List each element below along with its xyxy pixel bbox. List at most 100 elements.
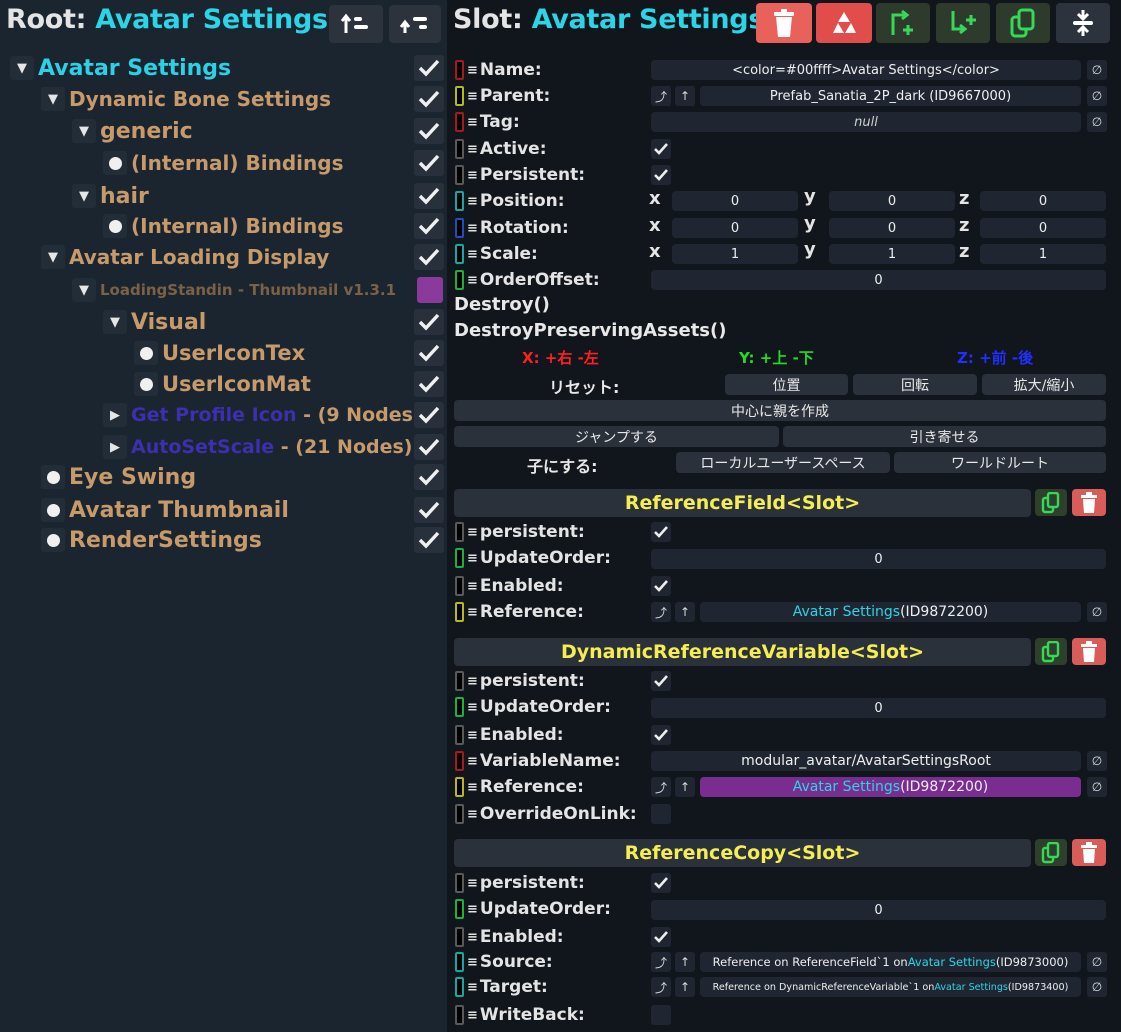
rotation-z-field[interactable]: 0 bbox=[980, 218, 1106, 238]
menu-icon[interactable]: ≡ bbox=[467, 273, 478, 288]
menu-icon[interactable]: ≡ bbox=[467, 1008, 478, 1023]
collapsed-triangle-icon[interactable]: ▶ bbox=[103, 403, 127, 427]
expand-triangle-icon[interactable]: ▼ bbox=[103, 310, 127, 334]
tree-node[interactable]: (Internal) Bindings bbox=[103, 148, 343, 178]
tree-node[interactable]: ▼ LoadingStandin - Thumbnail v1.3.1 bbox=[72, 275, 396, 305]
rc-source-jump-button[interactable]: ⤴ bbox=[651, 952, 671, 972]
component-header-referencefield[interactable]: ReferenceField<Slot> bbox=[454, 489, 1031, 517]
component-header-referencecopy[interactable]: ReferenceCopy<Slot> bbox=[454, 839, 1031, 867]
rc-target-jump-button[interactable]: ⤴ bbox=[651, 977, 671, 997]
tree-node[interactable]: ▶ AutoSetScale - (21 Nodes) bbox=[103, 432, 412, 462]
rc-source-field[interactable]: Reference on ReferenceField`1 on Avatar … bbox=[700, 952, 1081, 972]
persistent-checkbox[interactable] bbox=[651, 165, 671, 185]
menu-icon[interactable]: ≡ bbox=[467, 63, 478, 78]
rc-target-field[interactable]: Reference on DynamicReferenceVariable`1 … bbox=[700, 977, 1081, 997]
rc-updateorder-field[interactable]: 0 bbox=[651, 900, 1106, 920]
active-toggle[interactable] bbox=[414, 527, 444, 553]
drv-enabled-checkbox[interactable] bbox=[651, 725, 671, 745]
menu-icon[interactable]: ≡ bbox=[467, 194, 478, 209]
collapse-slot-button[interactable] bbox=[1056, 3, 1110, 43]
active-toggle[interactable] bbox=[414, 86, 444, 112]
duplicate-component-button[interactable] bbox=[1035, 839, 1067, 866]
active-toggle[interactable] bbox=[414, 434, 444, 460]
jump-to-button[interactable]: ジャンプする bbox=[454, 426, 779, 447]
active-toggle[interactable] bbox=[414, 309, 444, 335]
tree-node[interactable]: ▼ Avatar Settings bbox=[10, 53, 231, 83]
create-parent-button[interactable]: 中心に親を作成 bbox=[454, 400, 1106, 421]
tree-node[interactable]: RenderSettings bbox=[41, 525, 262, 555]
drv-updateorder-field[interactable]: 0 bbox=[651, 698, 1106, 718]
drv-reference-jump-button[interactable]: ⤴ bbox=[651, 777, 671, 797]
add-child-button[interactable] bbox=[936, 3, 990, 43]
delete-component-button[interactable] bbox=[1072, 638, 1106, 665]
orderoffset-field[interactable]: 0 bbox=[651, 270, 1106, 290]
rc-source-clear-button[interactable]: ∅ bbox=[1087, 952, 1107, 972]
scale-x-field[interactable]: 1 bbox=[672, 244, 798, 264]
active-toggle[interactable] bbox=[414, 213, 444, 239]
duplicate-slot-button[interactable] bbox=[996, 3, 1050, 43]
tree-node[interactable]: ▼ Avatar Loading Display bbox=[41, 242, 329, 272]
menu-icon[interactable]: ≡ bbox=[467, 930, 478, 945]
active-toggle[interactable] bbox=[414, 371, 444, 397]
clear-parent-button[interactable]: ∅ bbox=[1087, 86, 1107, 106]
rf-reference-up-button[interactable]: ↑ bbox=[675, 602, 695, 622]
clear-name-button[interactable]: ∅ bbox=[1087, 60, 1107, 80]
drv-reference-field[interactable]: Avatar Settings (ID9872200) bbox=[700, 777, 1081, 797]
component-header-dynamicreferencevariable[interactable]: DynamicReferenceVariable<Slot> bbox=[454, 638, 1031, 666]
drv-variablename-clear-button[interactable]: ∅ bbox=[1087, 751, 1107, 771]
menu-icon[interactable]: ≡ bbox=[467, 674, 478, 689]
tree-node[interactable]: ▼ generic bbox=[72, 116, 193, 146]
rotation-y-field[interactable]: 0 bbox=[829, 218, 955, 238]
slot-parent-field[interactable]: Prefab_Sanatia_2P_dark (ID9667000) bbox=[700, 86, 1081, 106]
position-y-field[interactable]: 0 bbox=[829, 191, 955, 211]
parent-jump-button[interactable]: ⤴ bbox=[651, 86, 671, 106]
tree-node[interactable]: Avatar Thumbnail bbox=[41, 495, 289, 525]
disabled-toggle[interactable] bbox=[417, 277, 443, 303]
tree-node[interactable]: UserIconMat bbox=[134, 369, 311, 399]
tree-node[interactable]: ▼ hair bbox=[72, 181, 149, 211]
menu-icon[interactable]: ≡ bbox=[467, 728, 478, 743]
reset-position-button[interactable]: 位置 bbox=[725, 374, 848, 395]
destroy-button[interactable]: Destroy() bbox=[454, 294, 550, 315]
menu-icon[interactable]: ≡ bbox=[467, 247, 478, 262]
expand-triangle-icon[interactable]: ▼ bbox=[72, 278, 96, 302]
parent-up-button[interactable]: ↑ bbox=[675, 86, 695, 106]
expand-triangle-icon[interactable]: ▼ bbox=[41, 245, 65, 269]
destroy-preserving-button[interactable]: DestroyPreservingAssets() bbox=[454, 320, 726, 341]
rf-reference-field[interactable]: Avatar Settings (ID9872200) bbox=[700, 602, 1081, 622]
menu-icon[interactable]: ≡ bbox=[467, 955, 478, 970]
tree-node[interactable]: UserIconTex bbox=[134, 338, 305, 368]
insert-parent-button[interactable] bbox=[876, 3, 930, 43]
clear-tag-button[interactable]: ∅ bbox=[1087, 112, 1107, 132]
tree-node[interactable]: Eye Swing bbox=[41, 462, 196, 492]
active-toggle[interactable] bbox=[414, 402, 444, 428]
reset-scale-button[interactable]: 拡大/縮小 bbox=[982, 374, 1106, 395]
menu-icon[interactable]: ≡ bbox=[467, 115, 478, 130]
sort-up-button[interactable] bbox=[329, 5, 383, 43]
menu-icon[interactable]: ≡ bbox=[467, 605, 478, 620]
menu-icon[interactable]: ≡ bbox=[467, 89, 478, 104]
menu-icon[interactable]: ≡ bbox=[467, 525, 478, 540]
menu-icon[interactable]: ≡ bbox=[467, 142, 478, 157]
rf-persistent-checkbox[interactable] bbox=[651, 522, 671, 542]
menu-icon[interactable]: ≡ bbox=[467, 579, 478, 594]
rf-reference-jump-button[interactable]: ⤴ bbox=[651, 602, 671, 622]
duplicate-component-button[interactable] bbox=[1035, 638, 1067, 665]
bring-to-button[interactable]: 引き寄せる bbox=[783, 426, 1106, 447]
menu-icon[interactable]: ≡ bbox=[467, 754, 478, 769]
tree-node[interactable]: ▼ Dynamic Bone Settings bbox=[41, 84, 331, 114]
parent-local-user-space-button[interactable]: ローカルユーザースペース bbox=[676, 452, 890, 473]
menu-icon[interactable]: ≡ bbox=[467, 807, 478, 822]
position-x-field[interactable]: 0 bbox=[672, 191, 798, 211]
rc-source-up-button[interactable]: ↑ bbox=[675, 952, 695, 972]
delete-slot-button[interactable] bbox=[756, 3, 812, 43]
active-toggle[interactable] bbox=[414, 340, 444, 366]
menu-icon[interactable]: ≡ bbox=[467, 700, 478, 715]
active-toggle[interactable] bbox=[414, 497, 444, 523]
rc-target-clear-button[interactable]: ∅ bbox=[1087, 977, 1107, 997]
rf-reference-clear-button[interactable]: ∅ bbox=[1087, 602, 1107, 622]
rf-enabled-checkbox[interactable] bbox=[651, 576, 671, 596]
rc-target-up-button[interactable]: ↑ bbox=[675, 977, 695, 997]
expand-triangle-icon[interactable]: ▼ bbox=[10, 56, 34, 80]
slot-name-field[interactable]: <color=#00ffff>Avatar Settings</color> bbox=[651, 60, 1081, 80]
